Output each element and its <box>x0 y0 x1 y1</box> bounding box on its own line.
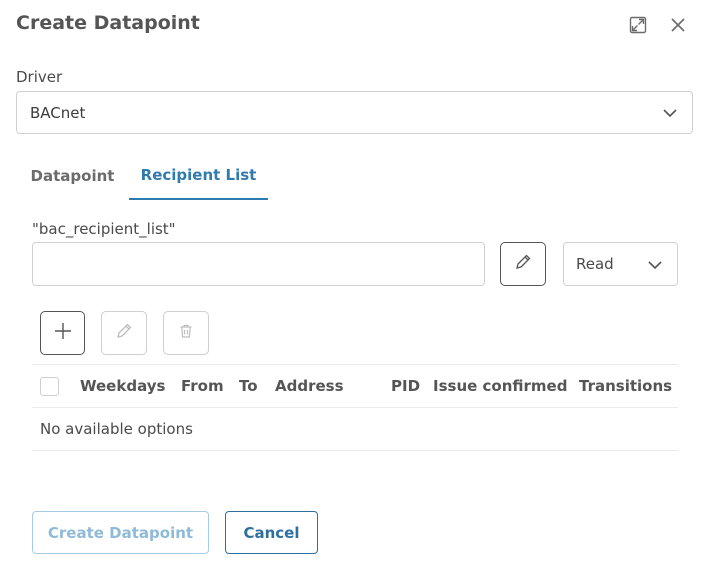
table-header: Weekdays From To Address PID Issue confi… <box>32 364 678 408</box>
edit-row-button[interactable] <box>101 311 147 355</box>
driver-select[interactable]: BACnet <box>16 91 693 134</box>
close-icon[interactable] <box>667 14 689 36</box>
driver-label: Driver <box>16 68 63 86</box>
tab-recipient-list[interactable]: Recipient List <box>129 152 268 200</box>
select-all-checkbox[interactable] <box>40 377 59 396</box>
create-datapoint-button[interactable]: Create Datapoint <box>32 511 209 554</box>
pencil-icon <box>514 253 532 275</box>
edit-value-button[interactable] <box>500 242 546 286</box>
column-issue-confirmed[interactable]: Issue confirmed <box>433 377 567 395</box>
trash-icon <box>178 323 194 343</box>
column-weekdays[interactable]: Weekdays <box>80 377 165 395</box>
chevron-down-icon <box>647 257 663 277</box>
cancel-button[interactable]: Cancel <box>225 511 318 554</box>
access-mode-value: Read <box>576 255 614 273</box>
driver-select-value: BACnet <box>30 103 86 122</box>
table-row: No available options <box>32 408 678 451</box>
add-row-button[interactable] <box>40 311 85 355</box>
tab-datapoint[interactable]: Datapoint <box>16 152 129 200</box>
recipient-list-input[interactable] <box>32 242 485 286</box>
pencil-icon <box>115 322 133 344</box>
plus-icon <box>53 321 73 345</box>
recipient-table: Weekdays From To Address PID Issue confi… <box>32 364 678 451</box>
dialog-title: Create Datapoint <box>16 12 200 34</box>
chevron-down-icon <box>662 105 678 125</box>
access-mode-select[interactable]: Read <box>563 242 678 286</box>
column-to[interactable]: To <box>239 377 258 395</box>
tab-bar: Datapoint Recipient List <box>16 152 693 200</box>
delete-row-button[interactable] <box>163 311 209 355</box>
column-pid[interactable]: PID <box>391 377 420 395</box>
column-address[interactable]: Address <box>275 377 344 395</box>
column-from[interactable]: From <box>181 377 224 395</box>
recipient-list-field-label: "bac_recipient_list" <box>32 220 176 238</box>
expand-icon[interactable] <box>627 14 649 36</box>
empty-state-text: No available options <box>40 420 193 438</box>
column-transitions[interactable]: Transitions <box>579 377 672 395</box>
